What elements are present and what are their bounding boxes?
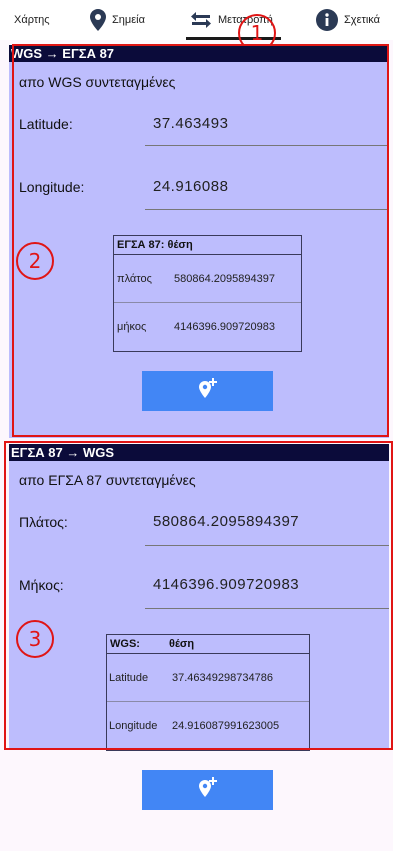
annotation-frame-3 (4, 441, 393, 750)
tab-about[interactable]: Σχετικά (316, 0, 380, 40)
tab-map[interactable]: Χάρτης (14, 0, 50, 40)
tab-points[interactable]: Σημεία (90, 0, 145, 40)
info-icon (316, 9, 338, 31)
tab-label: Σχετικά (344, 14, 380, 26)
annotation-marker-3: 3 (16, 620, 54, 658)
annotation-marker-2: 2 (16, 242, 54, 280)
tab-label: Σημεία (112, 14, 145, 26)
add-point-button[interactable] (142, 770, 273, 810)
location-pin-icon (90, 9, 106, 31)
tab-bar: Χάρτης Σημεία Μετατροπή Σχετικά (0, 0, 393, 40)
annotation-frame-2 (12, 44, 389, 437)
add-location-icon (197, 776, 219, 804)
swap-arrows-icon (190, 11, 212, 29)
tab-label: Χάρτης (14, 14, 50, 26)
